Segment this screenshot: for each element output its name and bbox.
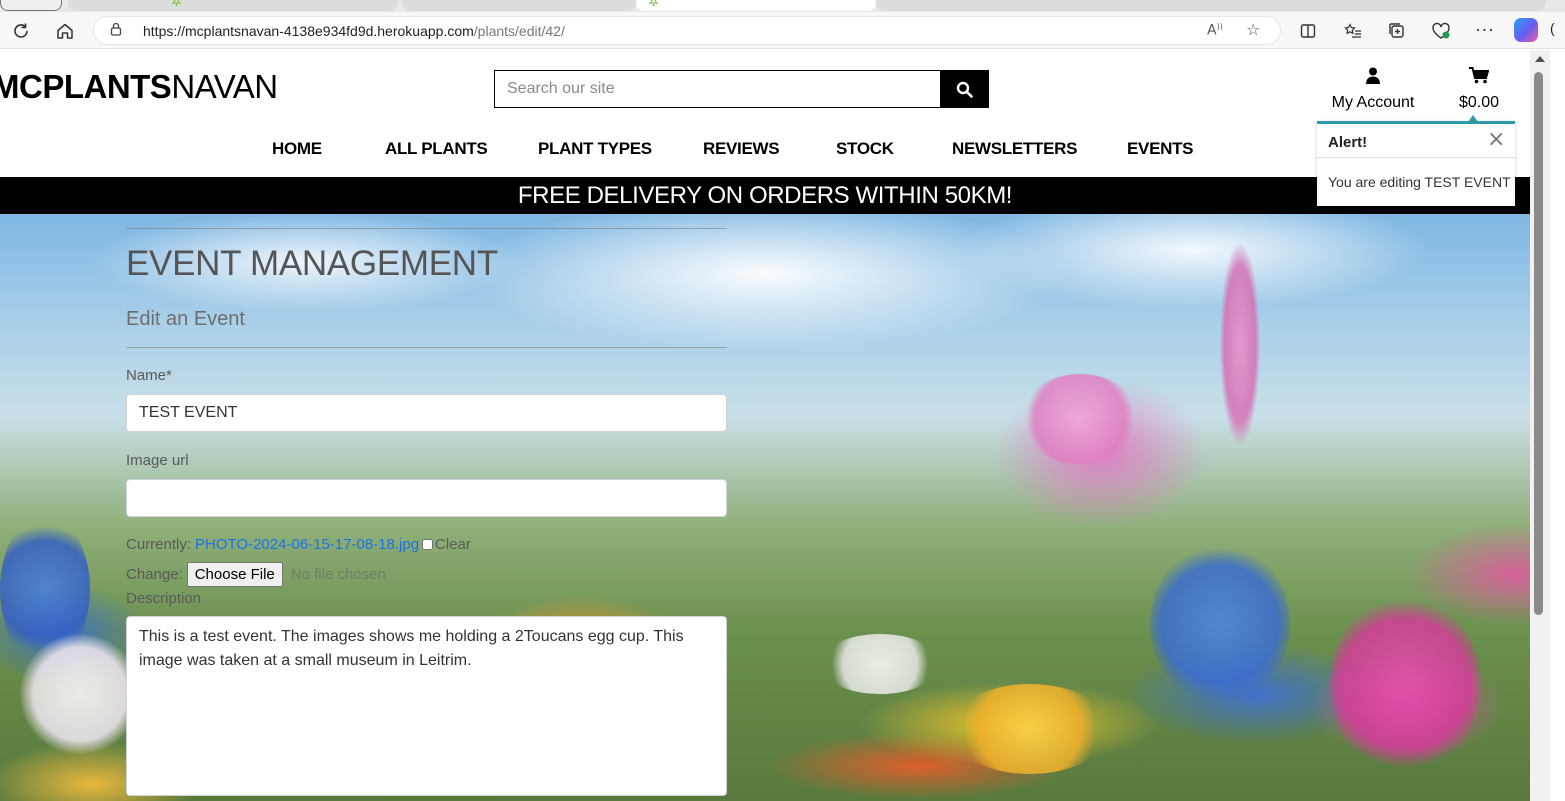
- browser-tab-strip: ✲ ✲: [0, 0, 1565, 12]
- current-image-link[interactable]: PHOTO-2024-06-15-17-08-18.jpg: [195, 536, 419, 553]
- description-textarea[interactable]: This is a test event. The images shows m…: [126, 616, 727, 796]
- toast-title: Alert!: [1317, 124, 1515, 158]
- name-field[interactable]: TEST EVENT: [126, 394, 727, 432]
- page-title: EVENT MANAGEMENT: [126, 244, 498, 283]
- event-edit-form: EVENT MANAGEMENT Edit an Event Name* TES…: [126, 228, 727, 796]
- copilot-icon[interactable]: [1514, 18, 1538, 42]
- cart-total: $0.00: [1458, 94, 1500, 111]
- logo-light-text: NAVAN: [171, 68, 278, 105]
- toast-pointer: [1468, 115, 1478, 122]
- main-nav: HOME ALL PLANTS PLANT TYPES REVIEWS STOC…: [0, 139, 1530, 177]
- nav-newsletters[interactable]: NEWSLETTERS: [952, 139, 1077, 159]
- currently-label: Currently:: [126, 536, 192, 553]
- nav-home[interactable]: HOME: [272, 139, 322, 159]
- address-bar[interactable]: https://mcplantsnavan-4138e934fd9d.herok…: [93, 16, 1281, 45]
- image-url-field[interactable]: [126, 479, 727, 517]
- browser-tab[interactable]: ✲: [68, 0, 398, 11]
- clear-image-checkbox[interactable]: [422, 539, 434, 550]
- url-text: https://mcplantsnavan-4138e934fd9d.herok…: [143, 23, 565, 39]
- choose-file-button[interactable]: Choose File: [186, 562, 283, 587]
- read-aloud-icon[interactable]: A)): [1207, 22, 1223, 39]
- tab-favicon-icon: ✲: [171, 0, 182, 9]
- nav-events[interactable]: EVENTS: [1127, 139, 1194, 159]
- url-path: /plants/edit/42/: [473, 23, 565, 39]
- browser-essentials-icon[interactable]: [1427, 17, 1455, 45]
- browser-toolbar: https://mcplantsnavan-4138e934fd9d.herok…: [0, 12, 1565, 49]
- clear-label: Clear: [435, 536, 471, 553]
- favorite-star-icon[interactable]: ☆: [1246, 20, 1260, 39]
- background-flower: [1220, 244, 1260, 444]
- no-file-chosen-text: No file chosen: [290, 566, 386, 583]
- close-icon[interactable]: ×: [1487, 129, 1505, 151]
- page-viewport: MCPLANTSNAVAN My Account $0.00 HOME ALL …: [0, 50, 1530, 801]
- shopping-cart-icon: [1469, 67, 1490, 84]
- scrollbar-thumb[interactable]: [1534, 72, 1543, 615]
- my-account-menu[interactable]: My Account: [1318, 67, 1428, 112]
- refresh-icon[interactable]: [7, 17, 35, 45]
- cart-link[interactable]: $0.00: [1449, 67, 1509, 112]
- nav-all-plants[interactable]: ALL PLANTS: [385, 139, 488, 159]
- url-host: https://mcplantsnavan-4138e934fd9d.herok…: [143, 23, 474, 39]
- nav-stock[interactable]: STOCK: [836, 139, 894, 159]
- search-icon: [956, 81, 973, 98]
- page-subtitle: Edit an Event: [126, 308, 245, 330]
- change-label: Change:: [126, 566, 183, 583]
- sidebar-toggle-icon[interactable]: (: [1550, 20, 1555, 36]
- scroll-up-arrow-icon[interactable]: [1535, 56, 1545, 62]
- favorites-icon[interactable]: [1339, 17, 1367, 45]
- browser-tab[interactable]: [0, 0, 62, 11]
- name-label: Name*: [126, 367, 172, 384]
- site-logo[interactable]: MCPLANTSNAVAN: [0, 68, 278, 106]
- home-icon[interactable]: [51, 17, 79, 45]
- browser-tab[interactable]: [402, 0, 636, 11]
- browser-tab-active[interactable]: ✲: [636, 0, 876, 11]
- alert-toast: Alert! × You are editing TEST EVENT: [1317, 115, 1515, 206]
- background-flower: [1330, 594, 1480, 774]
- current-image-row: Currently: PHOTO-2024-06-15-17-08-18.jpg…: [126, 536, 727, 553]
- divider: [126, 228, 727, 229]
- toast-message: You are editing TEST EVENT: [1328, 174, 1511, 190]
- description-value: This is a test event. The images shows m…: [139, 628, 684, 669]
- background-flower: [950, 684, 1110, 774]
- name-field-value: TEST EVENT: [139, 404, 238, 421]
- lock-icon: [110, 22, 122, 40]
- tab-favicon-icon: ✲: [648, 0, 659, 9]
- search-input[interactable]: [494, 70, 941, 108]
- background-flower: [820, 634, 940, 694]
- description-label: Description: [126, 590, 202, 607]
- browser-tab[interactable]: [876, 0, 1546, 11]
- image-url-label: Image url: [126, 452, 189, 469]
- search-button[interactable]: [940, 70, 989, 108]
- nav-plant-types[interactable]: PLANT TYPES: [538, 139, 652, 159]
- collections-icon[interactable]: [1383, 17, 1411, 45]
- background-flower: [20, 634, 140, 754]
- divider: [126, 347, 727, 348]
- split-screen-icon[interactable]: [1294, 17, 1322, 45]
- change-image-row: Change: Choose File No file chosen: [126, 562, 727, 587]
- logo-bold-text: MCPLANTS: [0, 68, 172, 105]
- site-search: [494, 70, 989, 108]
- delivery-banner: FREE DELIVERY ON ORDERS WITHIN 50KM!: [0, 177, 1530, 214]
- background-flower: [1020, 374, 1140, 464]
- nav-reviews[interactable]: REVIEWS: [703, 139, 780, 159]
- user-icon: [1366, 67, 1380, 84]
- background-flower: [1150, 544, 1290, 704]
- page-scrollbar[interactable]: [1530, 50, 1550, 801]
- more-icon[interactable]: ···: [1471, 17, 1499, 45]
- account-label: My Account: [1331, 94, 1415, 111]
